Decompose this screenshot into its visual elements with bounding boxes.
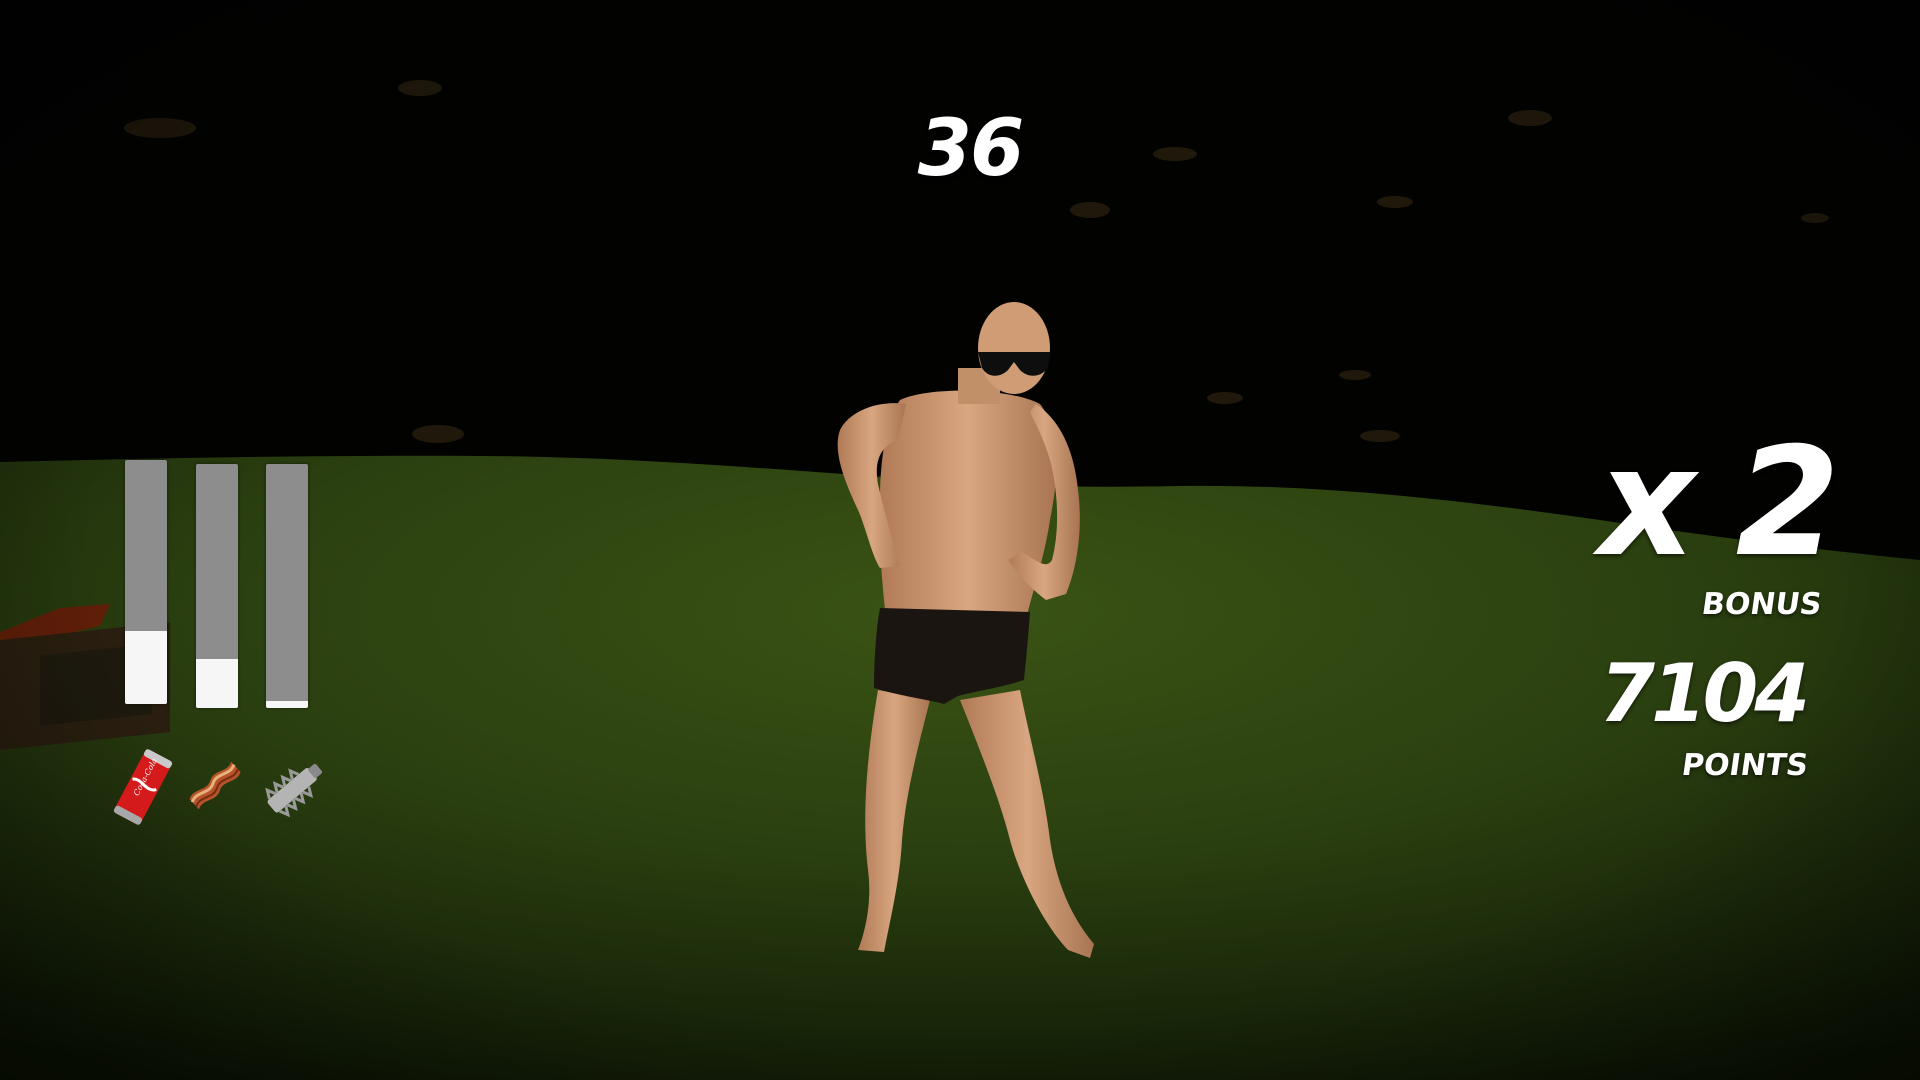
wall-plug-icon	[265, 763, 323, 818]
bacon-meter	[196, 464, 238, 708]
plug-meter-fill	[266, 700, 308, 708]
bonus-multiplier: x 2	[1598, 416, 1840, 590]
item-icons: Coca-Cola	[108, 745, 348, 835]
plug-meter	[266, 464, 308, 708]
round-timer: 36	[917, 104, 1025, 194]
cola-meter-fill	[125, 630, 167, 704]
cola-meter	[125, 460, 167, 704]
game-scene: 36 x 2 BONUS 7104 POINTS Coca-Cola	[0, 0, 1920, 1080]
cola-can-icon: Coca-Cola	[113, 749, 173, 825]
bacon-icon	[189, 761, 241, 810]
bacon-meter-fill	[196, 659, 238, 708]
item-meters	[124, 460, 314, 708]
points-value: 7104	[1599, 647, 1810, 740]
bonus-label: BONUS	[1699, 587, 1824, 622]
points-label: POINTS	[1679, 748, 1811, 783]
